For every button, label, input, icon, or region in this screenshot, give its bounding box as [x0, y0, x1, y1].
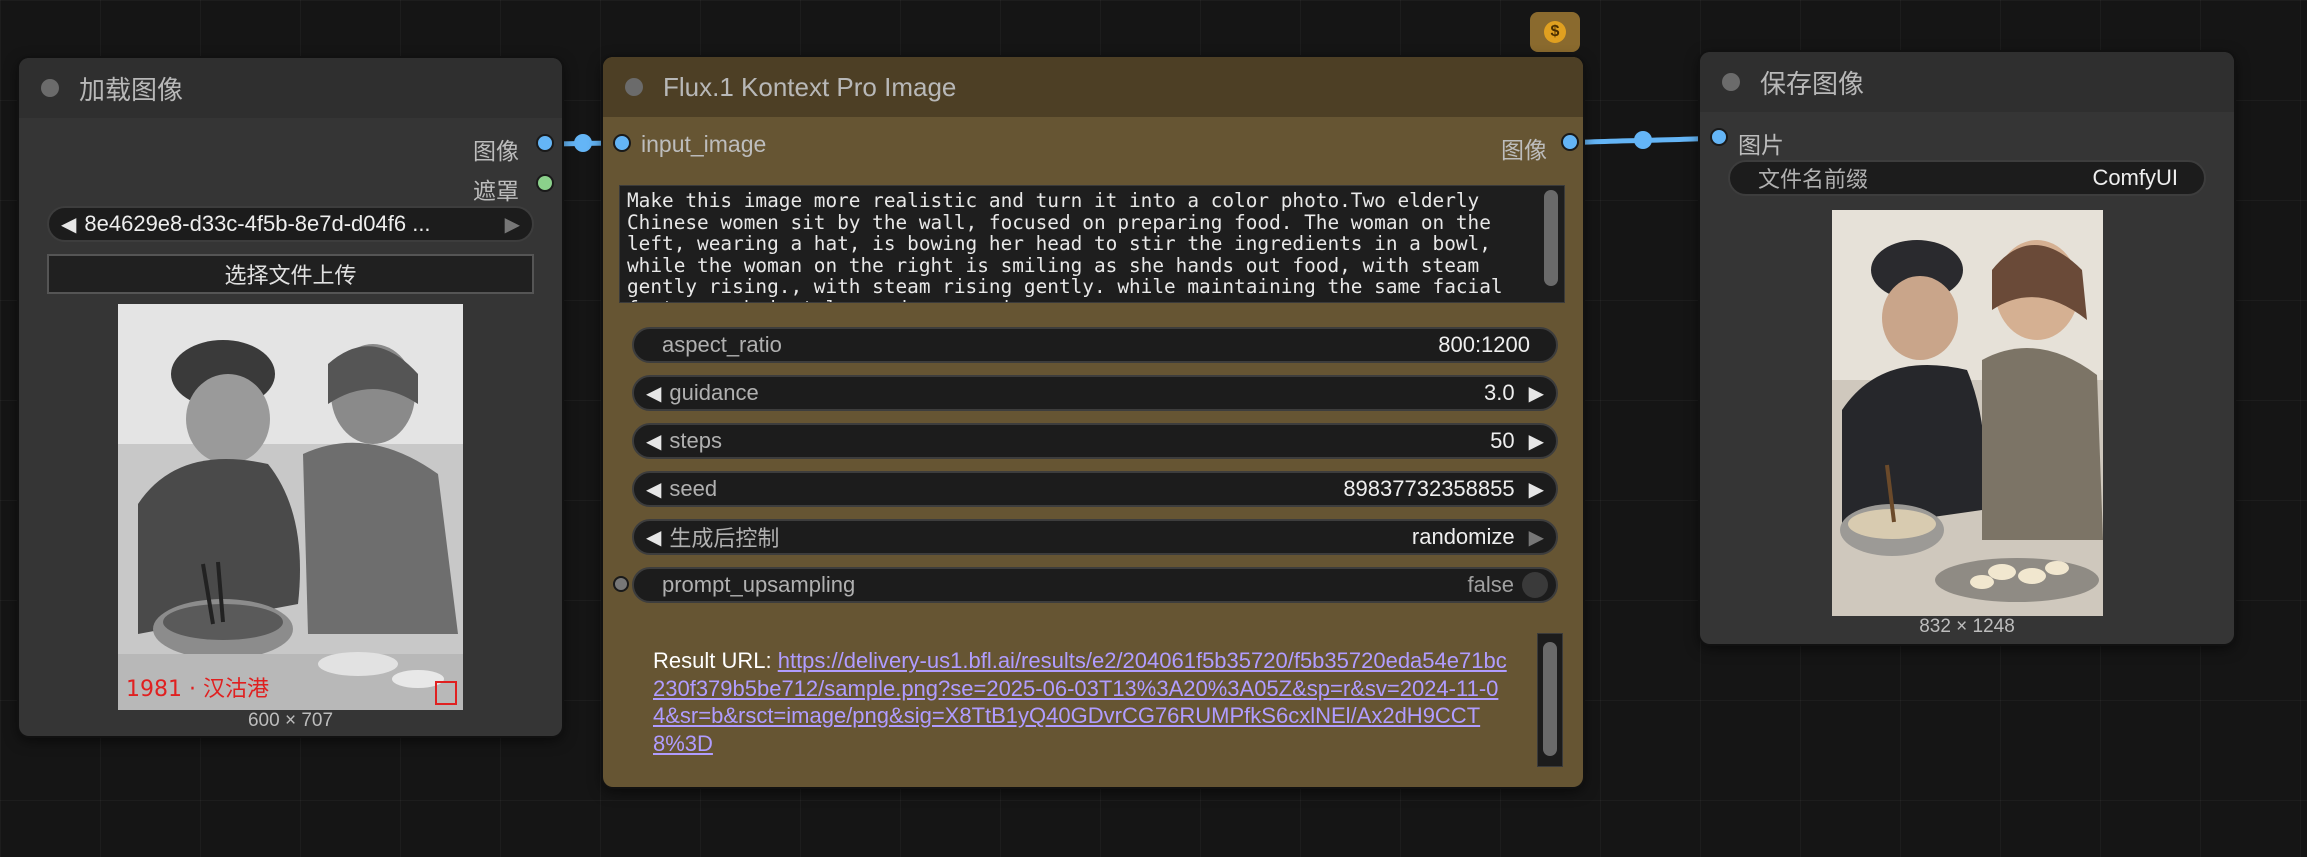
filename-prefix-field[interactable]: 文件名前缀 ComfyUI [1728, 160, 2206, 196]
collapse-dot-icon[interactable] [625, 78, 643, 96]
increment-arrow-icon[interactable]: ▶ [1521, 477, 1556, 502]
increment-arrow-icon[interactable]: ▶ [1521, 381, 1556, 406]
save-image-title-bar[interactable]: 保存图像 [1700, 52, 2234, 112]
saved-image-preview [1832, 210, 2103, 616]
result-scroll-track[interactable] [1537, 633, 1563, 767]
output-socket-mask[interactable] [536, 174, 554, 192]
upsampling-value: false [1467, 572, 1514, 597]
collapse-dot-icon[interactable] [41, 79, 59, 97]
image-file-combo[interactable]: ◀ 8e4629e8-d33c-4f5b-8e7d-d04f6 ... ▶ [47, 206, 534, 242]
upsampling-input-socket[interactable] [613, 576, 629, 592]
control-value: randomize [1411, 524, 1515, 549]
save-image-node[interactable]: 保存图像 图片 文件名前缀 ComfyUI 832 × 1248 [1700, 52, 2234, 644]
steps-label: steps [669, 428, 722, 453]
prompt-scrollbar[interactable] [1544, 190, 1558, 286]
upload-button[interactable]: 选择文件上传 [47, 254, 534, 294]
load-image-node[interactable]: 加载图像 图像 遮罩 ◀ 8e4629e8-d33c-4f5b-8e7d-d04… [19, 58, 562, 736]
decrement-arrow-icon[interactable]: ◀ [634, 429, 669, 454]
image-size-caption: 600 × 707 [247, 710, 334, 731]
result-url-block: Result URL: https://delivery-us1.bfl.ai/… [653, 647, 1508, 757]
prompt-textarea[interactable]: Make this image more realistic and turn … [619, 185, 1565, 303]
input-label-images: 图片 [1738, 132, 1784, 158]
output-label-mask: 遮罩 [473, 178, 519, 204]
flux-title-bar[interactable]: Flux.1 Kontext Pro Image [603, 57, 1583, 117]
bw-photo-illustration: 1981 · 汉沽港 [118, 304, 463, 710]
filename-prefix-value: ComfyUI [2092, 165, 2178, 190]
file-name-value: 8e4629e8-d33c-4f5b-8e7d-d04f6 ... [84, 211, 431, 236]
steps-number[interactable]: ◀ steps 50 ▶ [632, 423, 1558, 459]
aspect-ratio-value: 800:1200 [1438, 332, 1530, 357]
guidance-number[interactable]: ◀ guidance 3.0 ▶ [632, 375, 1558, 411]
seed-number[interactable]: ◀ seed 89837732358855 ▶ [632, 471, 1558, 507]
upsampling-label: prompt_upsampling [662, 572, 856, 597]
result-url-link[interactable]: https://delivery-us1.bfl.ai/results/e2/2… [653, 648, 1507, 756]
wire-midpoint-left [574, 134, 592, 152]
node-title: 加载图像 [79, 74, 184, 105]
photo-stamp-text: 1981 · 汉沽港 [126, 677, 269, 702]
aspect-ratio-label: aspect_ratio [662, 332, 782, 357]
loaded-image-preview: 1981 · 汉沽港 [118, 304, 463, 710]
prompt-text: Make this image more realistic and turn … [627, 189, 1503, 302]
input-label-image: input_image [641, 131, 767, 157]
control-label: 生成后控制 [669, 526, 780, 551]
seed-label: seed [669, 476, 718, 501]
aspect-ratio-field[interactable]: aspect_ratio 800:1200 [632, 327, 1558, 363]
next-arrow-icon[interactable]: ▶ [1521, 525, 1556, 550]
input-socket-images[interactable] [1710, 128, 1728, 146]
increment-arrow-icon[interactable]: ▶ [1521, 429, 1556, 454]
result-scrollbar-thumb[interactable] [1543, 642, 1557, 756]
steps-value: 50 [1490, 428, 1515, 453]
output-socket-image[interactable] [536, 134, 554, 152]
flux-kontext-node[interactable]: Flux.1 Kontext Pro Image input_image 图像 … [603, 57, 1583, 787]
image-size-caption: 832 × 1248 [1919, 616, 2015, 637]
prev-arrow-icon[interactable]: ◀ [49, 212, 84, 237]
node-title: Flux.1 Kontext Pro Image [663, 71, 957, 102]
output-label-image: 图像 [473, 138, 519, 164]
dollar-icon: $ [1544, 21, 1566, 43]
output-socket-image[interactable] [1561, 133, 1579, 151]
next-arrow-icon[interactable]: ▶ [497, 212, 532, 237]
control-after-generate-combo[interactable]: ◀ 生成后控制 randomize ▶ [632, 519, 1558, 555]
load-image-title-bar[interactable]: 加载图像 [19, 58, 562, 118]
output-label-image: 图像 [1501, 137, 1547, 163]
filename-prefix-label: 文件名前缀 [1758, 167, 1869, 192]
decrement-arrow-icon[interactable]: ◀ [634, 477, 669, 502]
color-photo-illustration [1832, 210, 2103, 616]
input-socket-image[interactable] [613, 134, 631, 152]
prompt-upsampling-toggle[interactable]: prompt_upsampling false [632, 567, 1558, 603]
guidance-value: 3.0 [1484, 380, 1515, 405]
collapse-dot-icon[interactable] [1722, 73, 1740, 91]
upload-button-label: 选择文件上传 [224, 263, 357, 288]
toggle-knob-icon[interactable] [1522, 572, 1548, 598]
prev-arrow-icon[interactable]: ◀ [634, 525, 669, 550]
api-cost-badge[interactable]: $ [1530, 12, 1580, 52]
decrement-arrow-icon[interactable]: ◀ [634, 381, 669, 406]
result-url-label: Result URL: [653, 648, 772, 673]
node-title: 保存图像 [1760, 68, 1865, 99]
guidance-label: guidance [669, 380, 759, 405]
wire-midpoint-right [1634, 131, 1652, 149]
seed-value: 89837732358855 [1343, 476, 1515, 501]
